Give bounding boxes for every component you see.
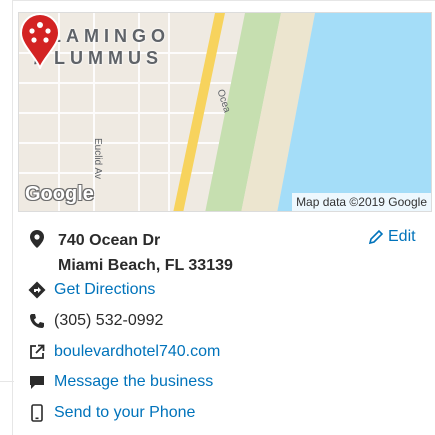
google-logo: Google	[25, 183, 94, 205]
location-pin-icon	[28, 230, 46, 248]
edit-label: Edit	[388, 228, 416, 245]
divider	[0, 381, 14, 382]
website-link[interactable]: boulevardhotel740.com	[54, 343, 220, 361]
phone-number: (305) 532-0992	[54, 312, 164, 329]
mobile-phone-icon	[28, 404, 46, 422]
map-attribution: Map data ©2019 Google	[292, 193, 431, 211]
get-directions-link[interactable]: Get Directions	[54, 281, 155, 299]
message-row[interactable]: Message the business	[28, 373, 213, 391]
map-pin-icon[interactable]	[19, 13, 61, 69]
edit-address-button[interactable]: Edit	[368, 228, 416, 246]
address: 740 Ocean Dr Miami Beach, FL 33139	[58, 228, 233, 278]
address-row	[28, 230, 54, 248]
phone-row: (305) 532-0992	[28, 312, 163, 330]
directions-icon	[28, 281, 46, 299]
map[interactable]: FLAMINGO / LUMMUS Euclid Av Ocea Google …	[18, 12, 432, 212]
pencil-icon	[368, 229, 384, 245]
get-directions-row[interactable]: Get Directions	[28, 281, 155, 299]
send-to-phone-link[interactable]: Send to your Phone	[54, 404, 195, 422]
street-label-euclid: Euclid Av	[92, 138, 103, 179]
website-row[interactable]: boulevardhotel740.com	[28, 343, 220, 361]
message-business-link[interactable]: Message the business	[54, 373, 213, 391]
chat-bubble-icon	[28, 373, 46, 391]
address-line-2: Miami Beach, FL 33139	[58, 257, 233, 274]
external-link-icon	[28, 343, 46, 361]
send-to-phone-row[interactable]: Send to your Phone	[28, 404, 195, 422]
address-line-1: 740 Ocean Dr	[58, 232, 161, 249]
phone-icon	[28, 312, 46, 330]
